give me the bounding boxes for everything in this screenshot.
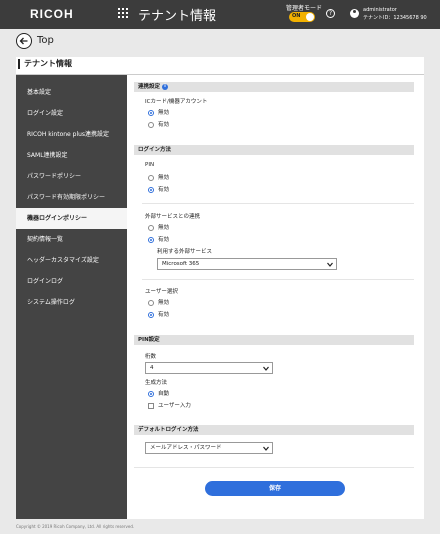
ricoh-logo[interactable]: RICOH [30, 7, 74, 21]
default-login-value: メールアドレス・パスワード [150, 445, 222, 451]
radio-label: 有効 [158, 187, 170, 193]
question-circle-icon[interactable]: ? [326, 9, 335, 18]
pin-generation-auto-radio[interactable]: 自動 [148, 389, 169, 397]
ic-card-enabled-radio[interactable]: 有効 [148, 120, 169, 128]
user-select-enabled-radio[interactable]: 有効 [148, 310, 169, 318]
radio-selected-icon [148, 236, 154, 243]
chevron-down-icon [263, 446, 269, 451]
sidebar-item-header-customize[interactable]: ヘッダーカスタマイズ設定 [16, 250, 127, 271]
radio-label: 有効 [158, 312, 170, 318]
pin-digits-value: 4 [150, 365, 154, 371]
sidebar-item-basic-settings[interactable]: 基本設定 [16, 82, 127, 103]
pin-disabled-radio[interactable]: 無効 [148, 173, 169, 181]
sidebar-item-saml[interactable]: SAML連携設定 [16, 145, 127, 166]
admin-mode-toggle-text: ON [292, 13, 301, 19]
user-name[interactable]: administrator [363, 7, 397, 13]
chevron-down-icon [327, 262, 333, 267]
radio-selected-icon [148, 390, 154, 397]
pin-generation-user-checkbox[interactable]: ユーザー入力 [148, 401, 191, 409]
sidebar: 基本設定 ログイン設定 RICOH kintone plus連携設定 SAML連… [16, 75, 127, 519]
section-link-settings-header: 連携設定 i [134, 82, 414, 92]
checkbox-label: ユーザー入力 [158, 403, 191, 409]
sidebar-item-device-login-policy[interactable]: 機器ログインポリシー [16, 208, 127, 229]
user-select-disabled-radio[interactable]: 無効 [148, 298, 169, 306]
admin-mode-label: 管理者モード [286, 5, 323, 12]
radio-unselected-icon [148, 299, 154, 306]
arrow-left-icon [19, 37, 28, 45]
info-icon[interactable]: i [162, 83, 169, 90]
external-disabled-radio[interactable]: 無効 [148, 223, 169, 231]
pin-label: PIN [145, 162, 155, 168]
checkbox-icon [148, 402, 154, 409]
panel-title: テナント情報 [18, 59, 72, 69]
ic-card-disabled-radio[interactable]: 無効 [148, 108, 169, 116]
pin-digits-label: 桁数 [145, 354, 157, 360]
section-default-login-header: デフォルトログイン方法 [134, 425, 414, 435]
pin-digits-select[interactable]: 4 [145, 362, 273, 374]
radio-label: 無効 [158, 110, 170, 116]
pin-enabled-radio[interactable]: 有効 [148, 185, 169, 193]
sidebar-item-system-log[interactable]: システム操作ログ [16, 292, 127, 313]
sidebar-item-contracts[interactable]: 契約情報一覧 [16, 229, 127, 250]
radio-unselected-icon [148, 121, 154, 128]
radio-unselected-icon [148, 174, 154, 181]
section-title: 連携設定 [138, 84, 161, 90]
sidebar-item-password-policy[interactable]: パスワードポリシー [16, 166, 127, 187]
divider [142, 279, 414, 280]
chevron-down-icon [263, 366, 269, 371]
section-login-method-header: ログイン方法 [134, 145, 414, 155]
user-select-label: ユーザー選択 [145, 289, 178, 295]
sidebar-item-password-expiry[interactable]: パスワード有効期限ポリシー [16, 187, 127, 208]
pin-generation-label: 生成方法 [145, 380, 168, 386]
save-button[interactable]: 保存 [205, 481, 345, 496]
toggle-knob [306, 13, 314, 21]
copyright: Copyright © 2019 Ricoh Company, Ltd. All… [16, 524, 135, 529]
section-pin-settings-header: PIN設定 [134, 335, 414, 345]
app-grid-icon[interactable] [118, 8, 128, 18]
admin-mode-toggle[interactable]: ON [289, 12, 315, 22]
back-button[interactable] [16, 33, 32, 49]
divider [134, 467, 414, 468]
ic-card-label: ICカード/機器アカウント [145, 99, 208, 105]
radio-label: 自動 [158, 391, 170, 397]
user-circle-icon[interactable] [350, 9, 359, 18]
external-enabled-radio[interactable]: 有効 [148, 235, 169, 243]
top-bar: RICOH テナント情報 管理者モード ON ? administrator テ… [0, 0, 440, 29]
external-service-select[interactable]: Microsoft 365 [157, 258, 337, 270]
divider [142, 203, 414, 204]
tenant-id: テナントID：12345678 90 [363, 15, 427, 21]
back-label[interactable]: Top [37, 35, 54, 46]
default-login-select[interactable]: メールアドレス・パスワード [145, 442, 273, 454]
sidebar-item-login-log[interactable]: ログインログ [16, 271, 127, 292]
radio-selected-icon [148, 186, 154, 193]
radio-selected-icon [148, 311, 154, 318]
radio-unselected-icon [148, 224, 154, 231]
radio-label: 無効 [158, 300, 170, 306]
app-title: テナント情報 [138, 9, 217, 24]
radio-selected-icon [148, 109, 154, 116]
radio-label: 無効 [158, 225, 170, 231]
service-select-label: 利用する外部サービス [157, 249, 213, 255]
sidebar-item-login-settings[interactable]: ログイン設定 [16, 103, 127, 124]
radio-label: 有効 [158, 237, 170, 243]
radio-label: 無効 [158, 175, 170, 181]
external-service-value: Microsoft 365 [162, 261, 200, 267]
sidebar-item-kintone[interactable]: RICOH kintone plus連携設定 [16, 124, 127, 145]
radio-label: 有効 [158, 122, 170, 128]
external-service-label: 外部サービスとの連携 [145, 214, 200, 220]
